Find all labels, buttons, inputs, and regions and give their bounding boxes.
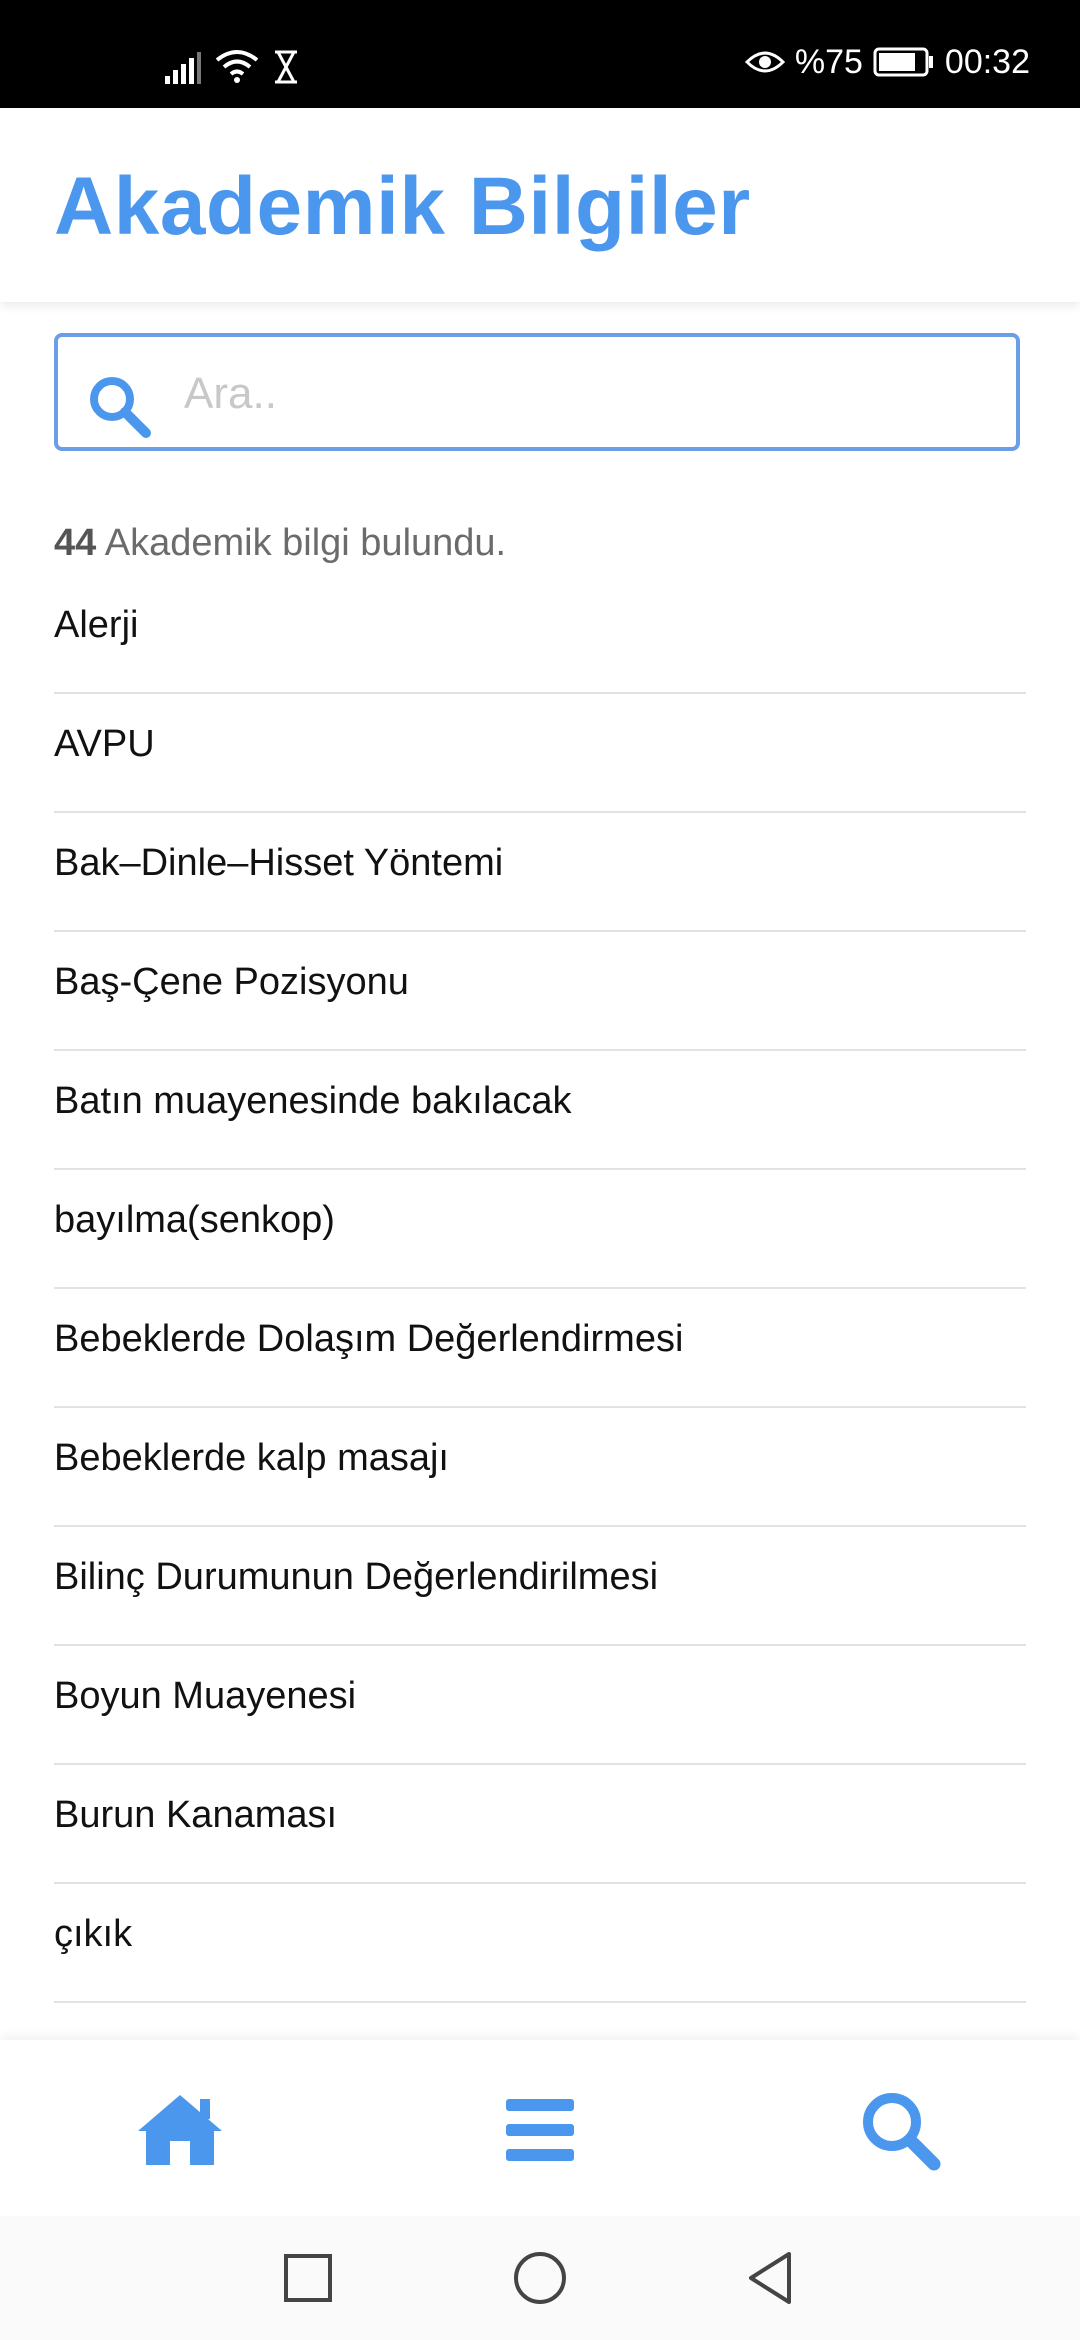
bottom-nav <box>0 2040 1080 2216</box>
back-triangle-icon <box>749 2252 791 2304</box>
hourglass-icon <box>275 50 297 84</box>
signal-icon <box>165 52 201 84</box>
battery-icon <box>873 47 933 77</box>
list-item[interactable]: Burun Kanaması <box>54 1765 1026 1884</box>
list-item-label: bayılma(senkop) <box>54 1199 335 1241</box>
list-item-label: Boyun Muayenesi <box>54 1675 357 1717</box>
list-item-label: Bebeklerde Dolaşım Değerlendirmesi <box>54 1318 684 1360</box>
home-circle-icon <box>514 2252 566 2304</box>
recents-button[interactable] <box>276 2246 340 2310</box>
nav-home-button[interactable] <box>130 2090 230 2170</box>
search-input[interactable] <box>182 355 986 433</box>
list-item[interactable]: Alerji <box>54 575 1026 694</box>
list-item[interactable]: Bak–Dinle–Hisset Yöntemi <box>54 813 1026 932</box>
list-item-label: Alerji <box>54 604 139 646</box>
list-item-label: Baş-Çene Pozisyonu <box>54 961 409 1003</box>
list-item[interactable]: Boyun Muayenesi <box>54 1646 1026 1765</box>
list-item-label: çıkık <box>54 1913 133 1955</box>
list-item-label: Burun Kanaması <box>54 1794 338 1836</box>
academic-list: Alerji AVPU Bak–Dinle–Hisset Yöntemi Baş… <box>54 575 1026 2003</box>
result-count-number: 44 <box>54 522 97 564</box>
list-item[interactable]: Batın muayenesinde bakılacak <box>54 1051 1026 1170</box>
eye-icon <box>744 51 785 73</box>
home-icon <box>138 2095 222 2165</box>
page-title: Akademik Bilgiler <box>54 161 751 252</box>
search-icon <box>90 377 151 438</box>
list-item[interactable]: Bebeklerde Dolaşım Değerlendirmesi <box>54 1289 1026 1408</box>
nav-search-button[interactable] <box>850 2090 950 2171</box>
result-count: 44 Akademik bilgi bulundu. <box>54 522 506 565</box>
app-header: Akademik Bilgiler <box>0 108 1080 302</box>
status-bar: %75 00:32 <box>0 0 1080 108</box>
list-item[interactable]: çıkık <box>54 1884 1026 2003</box>
clock: 00:32 <box>944 42 1030 81</box>
search-box[interactable] <box>54 333 1020 451</box>
list-item[interactable]: AVPU <box>54 694 1026 813</box>
list-item[interactable]: Bebeklerde kalp masajı <box>54 1408 1026 1527</box>
search-icon <box>863 2093 941 2171</box>
recents-square-icon <box>284 2254 332 2302</box>
wifi-icon <box>215 50 259 83</box>
battery-percent: %75 <box>794 42 863 81</box>
menu-icon <box>506 2099 574 2161</box>
back-system-button[interactable] <box>738 2246 802 2310</box>
list-item-label: Bilinç Durumunun Değerlendirilmesi <box>54 1556 659 1598</box>
nav-menu-button[interactable] <box>490 2090 590 2170</box>
list-item[interactable]: Bilinç Durumunun Değerlendirilmesi <box>54 1527 1026 1646</box>
home-system-button[interactable] <box>508 2246 572 2310</box>
result-count-text: Akademik bilgi bulundu. <box>96 522 507 564</box>
list-item[interactable]: Baş-Çene Pozisyonu <box>54 932 1026 1051</box>
list-item-label: Bebeklerde kalp masajı <box>54 1437 449 1479</box>
list-item-label: AVPU <box>54 723 155 765</box>
list-item[interactable]: bayılma(senkop) <box>54 1170 1026 1289</box>
list-item-label: Bak–Dinle–Hisset Yöntemi <box>54 842 504 884</box>
list-item-label: Batın muayenesinde bakılacak <box>54 1080 572 1122</box>
system-nav-bar <box>0 2216 1080 2340</box>
